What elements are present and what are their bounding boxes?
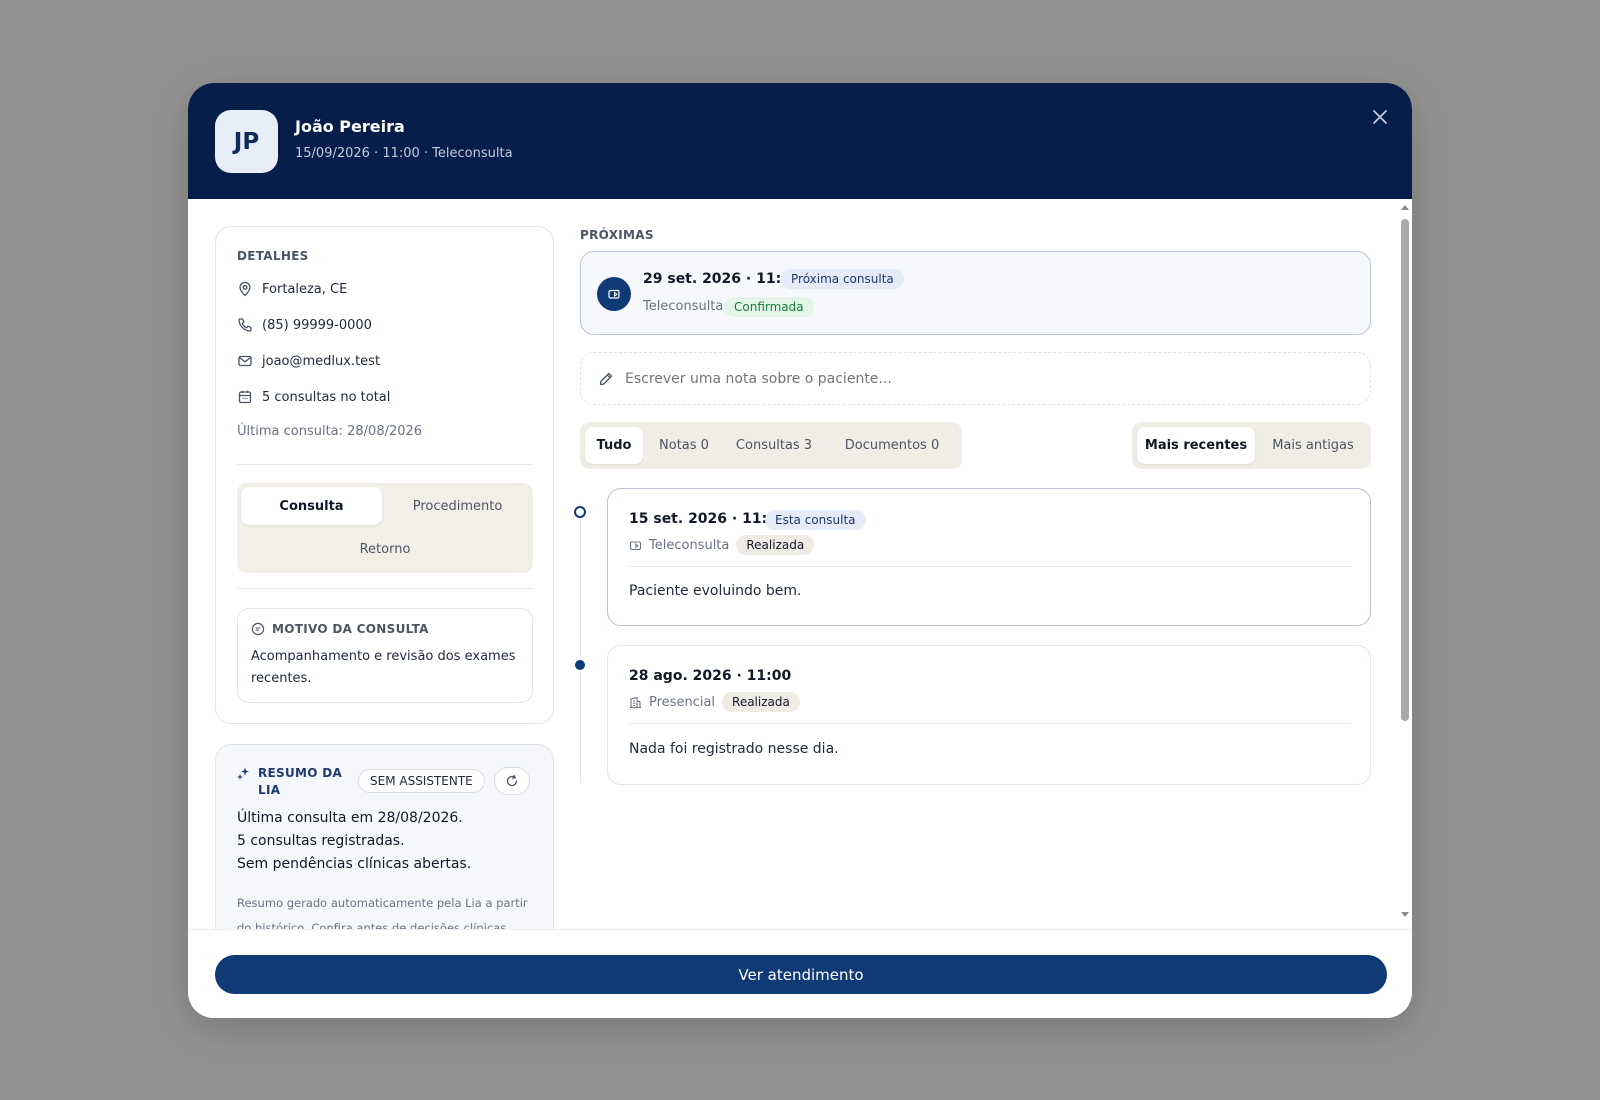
patient-modal: JP João Pereira 15/09/2026 · 11:00 · Tel… xyxy=(188,83,1412,1018)
last-consultation-text: Última consulta: 28/08/2026 xyxy=(237,424,423,439)
lia-title: RESUMO DA LIA xyxy=(258,766,343,797)
refresh-icon xyxy=(506,774,518,787)
tab-notas[interactable]: Notas 0 xyxy=(647,427,721,464)
pencil-icon xyxy=(599,372,613,385)
event-meta: Presencial Realizada xyxy=(629,692,800,712)
video-icon xyxy=(629,540,642,550)
type-procedimento-button[interactable]: Procedimento xyxy=(386,487,529,525)
scroll-up-arrow[interactable] xyxy=(1401,205,1409,210)
upcoming-title: PRÓXIMAS xyxy=(580,228,654,242)
scrollbar[interactable] xyxy=(1398,205,1412,917)
calendar-icon xyxy=(238,390,252,404)
event-date: 28 ago. 2026 · 11:00 xyxy=(629,668,792,684)
view-appointment-button[interactable]: Ver atendimento xyxy=(215,955,1387,994)
lia-disclaimer: Resumo gerado automaticamente pela Lia a… xyxy=(237,896,528,929)
assistant-status-badge: SEM ASSISTENTE xyxy=(358,769,485,793)
lia-summary-lines: Última consulta em 28/08/2026. 5 consult… xyxy=(237,807,471,876)
type-consulta-button[interactable]: Consulta xyxy=(241,487,382,525)
patient-name: João Pereira xyxy=(295,117,405,136)
details-card: DETALHES Fortaleza, CE (85) 99999-0000 j… xyxy=(215,226,554,724)
motivo-header: MOTIVO DA CONSULTA xyxy=(251,622,429,636)
scroll-down-arrow[interactable] xyxy=(1401,912,1409,917)
building-icon xyxy=(630,696,641,708)
motivo-box: MOTIVO DA CONSULTA Acompanhamento e revi… xyxy=(237,608,533,703)
divider xyxy=(237,588,533,589)
phone-text: (85) 99999-0000 xyxy=(262,317,372,333)
event-mode: Presencial xyxy=(649,694,716,710)
event-meta: Teleconsulta Realizada xyxy=(629,535,815,555)
total-consultations-text: 5 consultas no total xyxy=(262,389,391,405)
upcoming-mode: Teleconsulta xyxy=(643,299,724,314)
email-text: joao@medlux.test xyxy=(262,353,381,369)
map-pin-icon xyxy=(239,281,251,297)
divider xyxy=(629,566,1351,567)
timeline-dot-current xyxy=(574,506,586,518)
sort-oldest[interactable]: Mais antigas xyxy=(1259,427,1367,464)
sort-newest[interactable]: Mais recentes xyxy=(1137,427,1255,464)
tab-documentos[interactable]: Documentos 0 xyxy=(827,427,957,464)
sort-tabs: Mais recentes Mais antigas xyxy=(1132,422,1371,469)
lia-line: 5 consultas registradas. xyxy=(237,833,405,849)
modal-header: JP João Pereira 15/09/2026 · 11:00 · Tel… xyxy=(188,83,1412,199)
note-field[interactable] xyxy=(580,352,1371,405)
timeline-event-card[interactable]: 28 ago. 2026 · 11:00 Presencial Realizad… xyxy=(607,645,1371,785)
detail-email: joao@medlux.test xyxy=(237,353,380,369)
sparkles-icon xyxy=(237,767,249,780)
modal-body: DETALHES Fortaleza, CE (85) 99999-0000 j… xyxy=(188,199,1412,929)
tab-consultas[interactable]: Consultas 3 xyxy=(725,427,823,464)
lia-line: Última consulta em 28/08/2026. xyxy=(237,810,463,826)
this-consultation-badge: Esta consulta xyxy=(765,510,866,530)
appointment-subtitle: 15/09/2026 · 11:00 · Teleconsulta xyxy=(295,146,513,161)
refresh-summary-button[interactable] xyxy=(494,767,530,795)
avatar: JP xyxy=(215,110,278,173)
done-badge: Realizada xyxy=(722,692,800,712)
location-text: Fortaleza, CE xyxy=(262,281,348,297)
timeline-line xyxy=(580,503,581,783)
close-button[interactable] xyxy=(1368,105,1392,129)
divider xyxy=(237,464,533,465)
phone-icon xyxy=(238,318,252,332)
detail-phone: (85) 99999-0000 xyxy=(237,317,372,333)
upcoming-appointment-card[interactable]: 29 set. 2026 · 11:00 Próxima consulta Te… xyxy=(580,251,1371,335)
type-retorno-button[interactable]: Retorno xyxy=(241,530,529,568)
timeline-dot xyxy=(575,660,585,670)
note-input[interactable] xyxy=(625,370,1325,387)
consultation-type-selector: Consulta Procedimento Retorno xyxy=(237,483,533,573)
lia-line: Sem pendências clínicas abertas. xyxy=(237,856,472,872)
scroll-thumb[interactable] xyxy=(1401,219,1409,721)
lia-summary-card: RESUMO DA LIA SEM ASSISTENTE Última cons… xyxy=(215,744,554,929)
detail-location: Fortaleza, CE xyxy=(237,281,347,297)
detail-total: 5 consultas no total xyxy=(237,389,390,405)
event-note: Paciente evoluindo bem. xyxy=(629,583,802,599)
history-filter-tabs: Tudo Notas 0 Consultas 3 Documentos 0 xyxy=(580,422,962,469)
mail-icon xyxy=(238,355,252,367)
lia-header: RESUMO DA LIA xyxy=(236,765,346,799)
divider xyxy=(629,723,1351,724)
event-note: Nada foi registrado nesse dia. xyxy=(629,741,839,757)
timeline-event-card[interactable]: 15 set. 2026 · 11:00 Esta consulta Telec… xyxy=(607,488,1371,626)
motivo-text: Acompanhamento e revisão dos exames rece… xyxy=(251,649,516,686)
confirmed-badge: Confirmada xyxy=(724,297,814,317)
motivo-title: MOTIVO DA CONSULTA xyxy=(272,622,429,636)
modal-footer: Ver atendimento xyxy=(188,929,1412,1018)
video-icon xyxy=(597,277,631,311)
event-mode: Teleconsulta xyxy=(649,537,730,553)
next-consultation-badge: Próxima consulta xyxy=(781,269,904,289)
upcoming-date: 29 set. 2026 · 11:00 xyxy=(643,271,801,287)
done-badge: Realizada xyxy=(736,535,815,555)
event-date: 15 set. 2026 · 11:00 xyxy=(629,511,787,527)
message-icon xyxy=(251,622,265,636)
tab-tudo[interactable]: Tudo xyxy=(585,427,643,464)
close-icon xyxy=(1373,110,1387,124)
details-title: DETALHES xyxy=(237,249,309,263)
